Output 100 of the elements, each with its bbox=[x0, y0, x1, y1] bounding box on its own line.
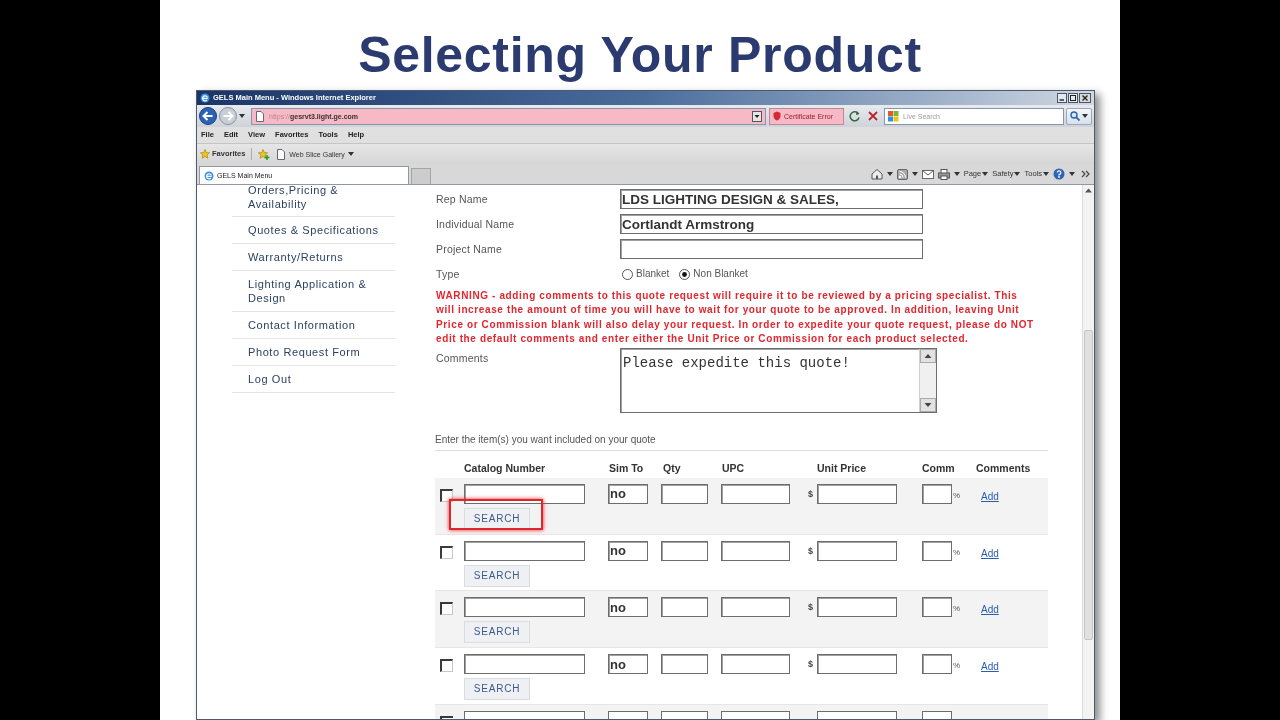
qty-field[interactable] bbox=[661, 711, 708, 719]
percent-sign: % bbox=[953, 662, 961, 671]
commission-field[interactable] bbox=[922, 711, 952, 719]
sidebar-link[interactable]: Orders,Pricing & Availability bbox=[232, 185, 395, 217]
add-comment-link[interactable]: Add bbox=[981, 547, 999, 559]
caret-icon[interactable] bbox=[239, 114, 245, 118]
add-comment-link[interactable]: Add bbox=[981, 661, 999, 673]
sim-to-field[interactable]: no bbox=[608, 654, 648, 675]
search-button[interactable]: SEARCH bbox=[464, 621, 530, 644]
sidebar-link[interactable]: Quotes & Specifications bbox=[232, 217, 395, 244]
checkbox[interactable] bbox=[440, 488, 453, 502]
column-header: Unit Price bbox=[817, 461, 866, 474]
commission-field[interactable] bbox=[922, 597, 952, 618]
caret-icon bbox=[982, 172, 989, 176]
stop-icon[interactable] bbox=[867, 110, 879, 122]
upc-field[interactable] bbox=[721, 711, 790, 719]
sidebar-link[interactable]: Log Out bbox=[232, 366, 395, 393]
sim-to-field[interactable]: no bbox=[608, 597, 648, 618]
column-header: UPC bbox=[722, 461, 745, 474]
unit-price-field[interactable] bbox=[817, 654, 897, 675]
text-field[interactable] bbox=[464, 540, 585, 561]
caret-icon bbox=[1014, 172, 1021, 176]
field-label: Individual Name bbox=[436, 217, 515, 230]
flag-icon bbox=[888, 110, 899, 122]
printer-icon[interactable] bbox=[937, 168, 950, 180]
commission-field[interactable] bbox=[922, 654, 952, 675]
qty-field[interactable] bbox=[661, 597, 708, 618]
text-field[interactable]: Cortlandt Armstrong bbox=[620, 214, 923, 235]
qty-field[interactable] bbox=[661, 483, 708, 504]
feed-icon[interactable] bbox=[896, 168, 908, 180]
qty-field[interactable] bbox=[661, 540, 708, 561]
search-button[interactable]: SEARCH bbox=[464, 678, 530, 701]
percent-sign: % bbox=[953, 491, 961, 500]
field-label: Comments bbox=[436, 351, 489, 364]
column-header: Sim To bbox=[609, 461, 644, 474]
slide-title: Selecting Your Product bbox=[358, 27, 922, 83]
maximize-icon[interactable] bbox=[1068, 93, 1078, 103]
currency-symbol: $ bbox=[808, 546, 813, 556]
checkbox[interactable] bbox=[440, 659, 453, 673]
search-button[interactable]: SEARCH bbox=[464, 507, 530, 530]
text-field[interactable] bbox=[464, 654, 585, 675]
column-header: Catalog Number bbox=[464, 461, 546, 474]
unit-price-field[interactable] bbox=[817, 711, 897, 719]
percent-sign: % bbox=[953, 548, 961, 557]
checkbox[interactable] bbox=[440, 602, 453, 616]
sidebar-link[interactable]: Contact Information bbox=[232, 312, 395, 339]
commission-field[interactable] bbox=[922, 540, 952, 561]
home-icon[interactable] bbox=[870, 168, 883, 180]
upc-field[interactable] bbox=[721, 483, 790, 504]
sim-to-field[interactable]: no bbox=[608, 483, 648, 504]
sidebar-link[interactable]: Warranty/Returns bbox=[232, 244, 395, 271]
search-button[interactable] bbox=[1066, 107, 1092, 125]
unit-price-field[interactable] bbox=[817, 483, 897, 504]
qty-field[interactable] bbox=[661, 654, 708, 675]
textarea-value: Please expedite this quote! bbox=[623, 354, 850, 371]
upc-field[interactable] bbox=[721, 654, 790, 675]
column-header: Comments bbox=[976, 461, 1031, 474]
mail-icon[interactable] bbox=[921, 169, 934, 179]
refresh-icon[interactable] bbox=[849, 110, 861, 122]
commission-field[interactable] bbox=[922, 483, 952, 504]
search-icon bbox=[1070, 111, 1080, 121]
radio-button[interactable] bbox=[622, 268, 633, 280]
add-favorite-icon[interactable] bbox=[258, 148, 271, 160]
caret-icon[interactable] bbox=[1069, 172, 1075, 176]
sim-to-field[interactable]: no bbox=[608, 540, 648, 561]
help-icon[interactable] bbox=[1053, 168, 1065, 180]
checkbox[interactable] bbox=[440, 545, 453, 559]
text-field[interactable] bbox=[464, 711, 585, 719]
text-field[interactable] bbox=[464, 483, 585, 504]
text-field[interactable]: LDS LIGHTING DESIGN & SALES, bbox=[620, 189, 923, 210]
text-field[interactable] bbox=[464, 597, 585, 618]
sidebar-link[interactable]: Photo Request Form bbox=[232, 339, 395, 366]
upc-field[interactable] bbox=[721, 540, 790, 561]
double-chevron-icon[interactable] bbox=[1081, 170, 1090, 178]
unit-price-field[interactable] bbox=[817, 597, 897, 618]
scrollbar-thumb[interactable] bbox=[1084, 330, 1093, 640]
add-comment-link[interactable]: Add bbox=[981, 604, 999, 616]
field-label: Project Name bbox=[436, 242, 502, 255]
warning-text: WARNING - adding comments to this quote request will require it to be reviewed by a pricing specialist. This will increase the amount of time you will have to wait for your quote to be approved. In addition, leaving Unit Price or Commission blank will also delay your request. In order to expedite your quote request, please do NOT edit the default comments and enter either the Unit Price or Commission for each product selected. bbox=[435, 288, 1035, 347]
unit-price-field[interactable] bbox=[817, 540, 897, 561]
minimize-icon[interactable] bbox=[1057, 93, 1067, 103]
close-icon[interactable] bbox=[1079, 93, 1091, 103]
add-comment-link[interactable]: Add bbox=[981, 490, 999, 502]
browser-logo-icon bbox=[204, 170, 214, 181]
checkbox[interactable] bbox=[440, 716, 453, 719]
sidebar-link[interactable]: Lighting Application & Design bbox=[232, 271, 395, 312]
comments-textarea[interactable]: Please expedite this quote! bbox=[620, 347, 937, 413]
radio-button[interactable] bbox=[679, 268, 691, 280]
column-header: Qty bbox=[663, 461, 681, 474]
option-label: Blanket bbox=[636, 269, 670, 280]
caret-icon[interactable] bbox=[911, 172, 918, 176]
caret-icon[interactable] bbox=[953, 172, 960, 176]
currency-symbol: $ bbox=[808, 603, 813, 613]
caret-icon[interactable] bbox=[886, 172, 893, 176]
sim-to-field[interactable] bbox=[608, 711, 648, 719]
upc-field[interactable] bbox=[721, 597, 790, 618]
star-icon bbox=[200, 149, 210, 159]
text-field[interactable] bbox=[620, 239, 923, 260]
search-button[interactable]: SEARCH bbox=[464, 564, 530, 587]
caret-icon bbox=[347, 152, 354, 156]
